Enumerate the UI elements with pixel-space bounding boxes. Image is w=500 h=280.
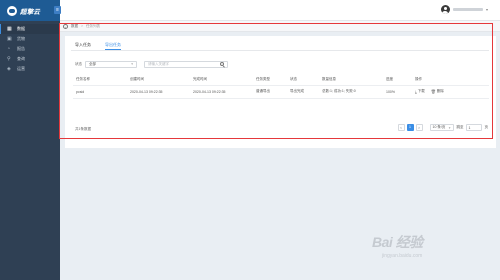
watermark-subtext: jingyan.baidu.com [382, 253, 423, 259]
sidebar-item-label: 报告 [17, 46, 25, 51]
tab-divider [71, 50, 489, 51]
column-header[interactable]: 创建时间 [127, 74, 190, 86]
sidebar-item-label: 运营 [17, 66, 25, 71]
column-header: 操作 [412, 74, 489, 86]
table-header-row: 任务名称 创建时间 完成时间 任务类型 状态 数量信息 进度 操作 [73, 74, 489, 86]
task-status: 导出完成 [287, 85, 319, 99]
breadcrumb-separator: > [81, 24, 84, 28]
pagination: < 1 > 10 条/页 ▾ 跳至 1 页 [396, 123, 489, 132]
tab-export-tasks[interactable]: 导出任务 [105, 40, 121, 50]
download-icon[interactable]: ⤓ [415, 89, 417, 94]
page-size-select[interactable]: 10 条/页 ▾ [429, 124, 454, 131]
next-page-button[interactable]: > [415, 124, 423, 131]
filter-bar: 状态 全部 ▾ 请输入关键字 [75, 60, 228, 68]
sidebar-item-data[interactable]: ▦ 数据 [0, 24, 60, 34]
main-content: ‹ 数据 > 任务列表 导入任务 导出任务 状态 全部 ▾ 请输入关键字 任务名… [60, 21, 500, 280]
page-suffix: 页 [484, 125, 489, 129]
completed-time: 2020-04-13 09:22:35 [190, 85, 253, 99]
column-header[interactable]: 数量信息 [319, 74, 383, 86]
logo-icon [7, 5, 17, 16]
column-header[interactable]: 完成时间 [190, 74, 253, 86]
status-filter-label: 状态 [75, 61, 82, 66]
column-header[interactable]: 进度 [383, 74, 412, 86]
back-icon[interactable]: ‹ [63, 23, 68, 29]
breadcrumb-root[interactable]: 数据 [71, 24, 78, 29]
task-tabs: 导入任务 导出任务 [75, 40, 135, 50]
top-bar: 超擎云 ≡ ▾ [0, 0, 500, 21]
avatar-icon [440, 5, 450, 14]
trash-icon[interactable]: 🗑 [431, 89, 436, 94]
chevron-down-icon: ▾ [485, 7, 488, 12]
sidebar: ▦ 数据 ▣ 货物 ◔ 报告 ⚲ 查询 ◈ 运营 [0, 21, 60, 280]
sidebar-item-reports[interactable]: ◔ 报告 [0, 44, 60, 54]
watermark-text: Bai 经验 [372, 234, 423, 250]
task-type: 普通导出 [253, 85, 287, 99]
download-button[interactable]: 下载 [418, 89, 425, 94]
status-select[interactable]: 全部 ▾ [85, 60, 137, 68]
database-icon: ▦ [7, 26, 12, 32]
sidebar-item-label: 查询 [17, 56, 25, 61]
collapse-sidebar-button[interactable]: ≡ [54, 6, 61, 14]
delete-button[interactable]: 删除 [437, 89, 444, 94]
prev-page-button[interactable]: < [397, 124, 405, 131]
watermark: Bai 经验 jingyan.baidu.com [372, 232, 423, 259]
goto-label: 跳至 [456, 125, 464, 129]
chart-icon: ◔ [7, 46, 11, 52]
sidebar-item-query[interactable]: ⚲ 查询 [0, 54, 60, 64]
table-row: pcsid 2020-04-13 09:22:35 2020-04-13 09:… [73, 85, 489, 99]
sidebar-item-operations[interactable]: ◈ 运营 [0, 64, 60, 74]
search-icon[interactable] [220, 62, 224, 66]
breadcrumb: ‹ 数据 > 任务列表 [60, 21, 500, 32]
created-time: 2020-04-13 09:22:35 [127, 85, 190, 99]
shield-icon: ◈ [7, 66, 11, 72]
search-placeholder: 请输入关键字 [148, 61, 169, 66]
column-header[interactable]: 状态 [287, 74, 319, 86]
progress: 100% [383, 85, 412, 99]
breadcrumb-current: 任务列表 [86, 23, 101, 28]
task-name: pcsid [73, 85, 127, 99]
column-header[interactable]: 任务类型 [253, 74, 287, 86]
count-info: 总数:1; 成功:1; 失败:0 [319, 85, 383, 99]
brand[interactable]: 超擎云 [0, 0, 60, 21]
chevron-down-icon: ▾ [131, 62, 133, 66]
brand-name: 超擎云 [20, 8, 41, 16]
column-header[interactable]: 任务名称 [73, 74, 127, 86]
page-number-button[interactable]: 1 [406, 124, 414, 131]
status-select-value: 全部 [89, 61, 96, 66]
chevron-down-icon: ▾ [448, 125, 451, 130]
search-icon: ⚲ [7, 56, 11, 62]
page-size-value: 10 条/页 [432, 125, 446, 129]
sidebar-item-goods[interactable]: ▣ 货物 [0, 34, 60, 44]
box-icon: ▣ [7, 36, 12, 42]
user-name [452, 8, 483, 11]
total-count: 共1条数据 [75, 127, 91, 131]
task-table: 任务名称 创建时间 完成时间 任务类型 状态 数量信息 进度 操作 pcsid … [73, 74, 489, 99]
sidebar-item-label: 数据 [17, 26, 25, 31]
actions-cell: ⤓ 下载 🗑 删除 [412, 85, 489, 99]
sidebar-item-label: 货物 [17, 36, 25, 41]
goto-page-input[interactable]: 1 [465, 124, 482, 131]
user-menu[interactable]: ▾ [440, 5, 488, 14]
search-input[interactable]: 请输入关键字 [144, 60, 228, 68]
tab-import-tasks[interactable]: 导入任务 [75, 40, 91, 50]
task-panel: 导入任务 导出任务 状态 全部 ▾ 请输入关键字 任务名称 创建时间 完成时间 … [65, 36, 496, 148]
